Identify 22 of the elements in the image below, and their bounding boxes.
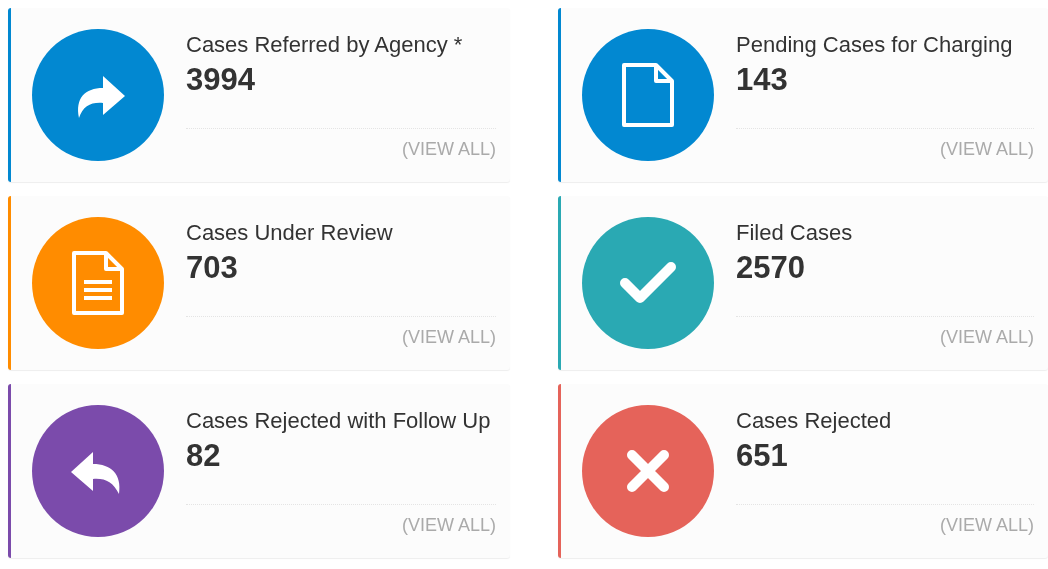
card-title: Filed Cases	[736, 219, 854, 247]
card-title: Cases Under Review	[186, 219, 394, 247]
view-all-link[interactable]: (VIEW ALL)	[939, 139, 1034, 160]
case-count: 82	[186, 438, 222, 474]
case-count: 2570	[736, 250, 806, 286]
case-count: 651	[736, 438, 789, 474]
file-icon	[620, 62, 676, 128]
card-title: Cases Rejected	[736, 407, 893, 435]
case-count: 703	[186, 250, 239, 286]
view-all-link[interactable]: (VIEW ALL)	[939, 327, 1034, 348]
card-title: Pending Cases for Charging	[736, 31, 1014, 59]
card-title: Cases Referred by Agency *	[186, 31, 464, 59]
view-all-link[interactable]: (VIEW ALL)	[401, 139, 496, 160]
view-all-link[interactable]: (VIEW ALL)	[401, 515, 496, 536]
card-title: Cases Rejected with Follow Up	[186, 407, 492, 435]
view-all-link[interactable]: (VIEW ALL)	[401, 327, 496, 348]
case-count: 3994	[186, 62, 256, 98]
close-icon	[626, 449, 670, 493]
case-count: 143	[736, 62, 789, 98]
view-all-link[interactable]: (VIEW ALL)	[939, 515, 1034, 536]
check-icon	[620, 261, 676, 305]
document-icon	[70, 250, 126, 316]
